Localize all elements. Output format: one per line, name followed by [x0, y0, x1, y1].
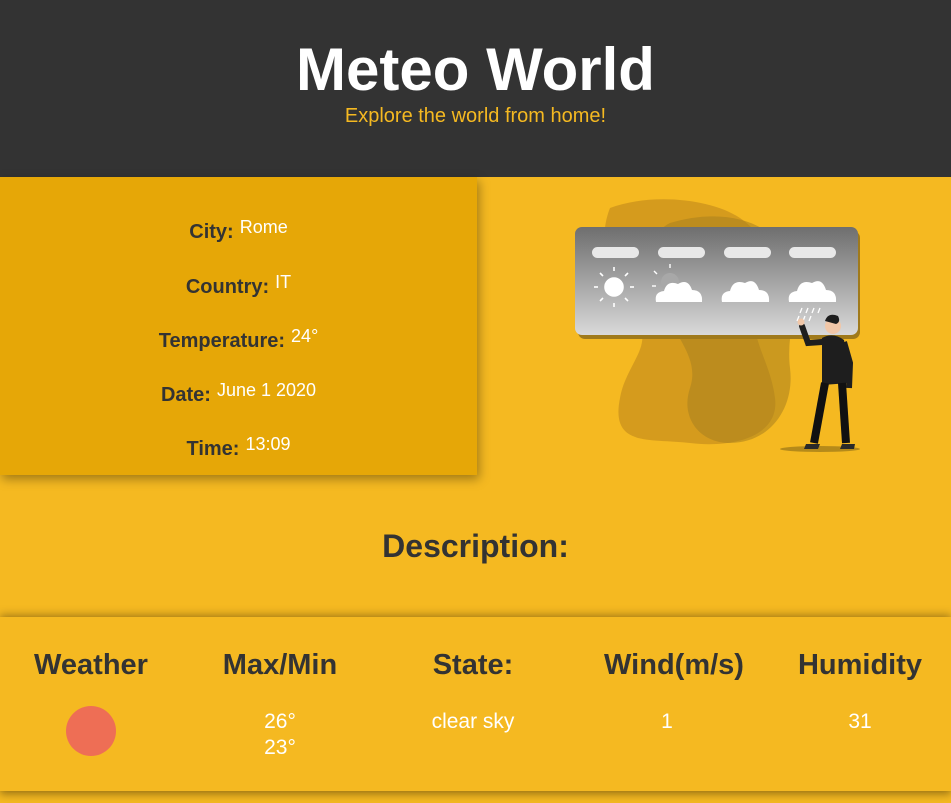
- time-row: Time: 13:09: [0, 434, 477, 461]
- date-label: Date:: [160, 384, 211, 406]
- weather-table: Weather Max/Min State: Wind(m/s) Humidit…: [0, 617, 951, 791]
- time-label: Time:: [186, 438, 240, 460]
- weather-header: Weather: [34, 649, 148, 681]
- min-temp: 23°: [264, 736, 296, 759]
- max-temp: 26°: [264, 710, 296, 733]
- city-value: Rome: [239, 217, 288, 237]
- weather-illustration: [575, 199, 860, 452]
- state-value: clear sky: [431, 710, 515, 733]
- date-row: Date: June 1 2020: [0, 380, 477, 407]
- app-title: Meteo World: [296, 36, 655, 103]
- maxmin-header: Max/Min: [222, 649, 338, 681]
- temperature-label: Temperature:: [158, 330, 286, 352]
- country-value: IT: [275, 272, 292, 292]
- humidity-header: Humidity: [797, 649, 923, 681]
- temperature-value: 24°: [291, 326, 319, 346]
- weather-circle-icon: [66, 706, 116, 756]
- wind-header: Wind(m/s): [604, 649, 744, 681]
- city-row: City: Rome: [0, 217, 477, 244]
- maxmin-value: 26° 23°: [264, 709, 296, 761]
- country-label: Country:: [185, 276, 270, 298]
- city-label: City:: [189, 221, 234, 243]
- description-title: Description:: [382, 528, 569, 564]
- app-subtitle: Explore the world from home!: [344, 105, 607, 127]
- state-header: State:: [432, 649, 514, 681]
- temperature-row: Temperature: 24°: [0, 326, 477, 353]
- humidity-value: 31: [848, 710, 872, 733]
- country-row: Country: IT: [0, 272, 477, 299]
- wind-value: 1: [661, 710, 673, 733]
- header: Meteo World Explore the world from home!: [0, 0, 951, 177]
- info-card: City: Rome Country: IT Temperature: 24° Dat…: [0, 177, 477, 475]
- time-value: 13:09: [245, 434, 291, 454]
- date-value: June 1 2020: [216, 380, 317, 400]
